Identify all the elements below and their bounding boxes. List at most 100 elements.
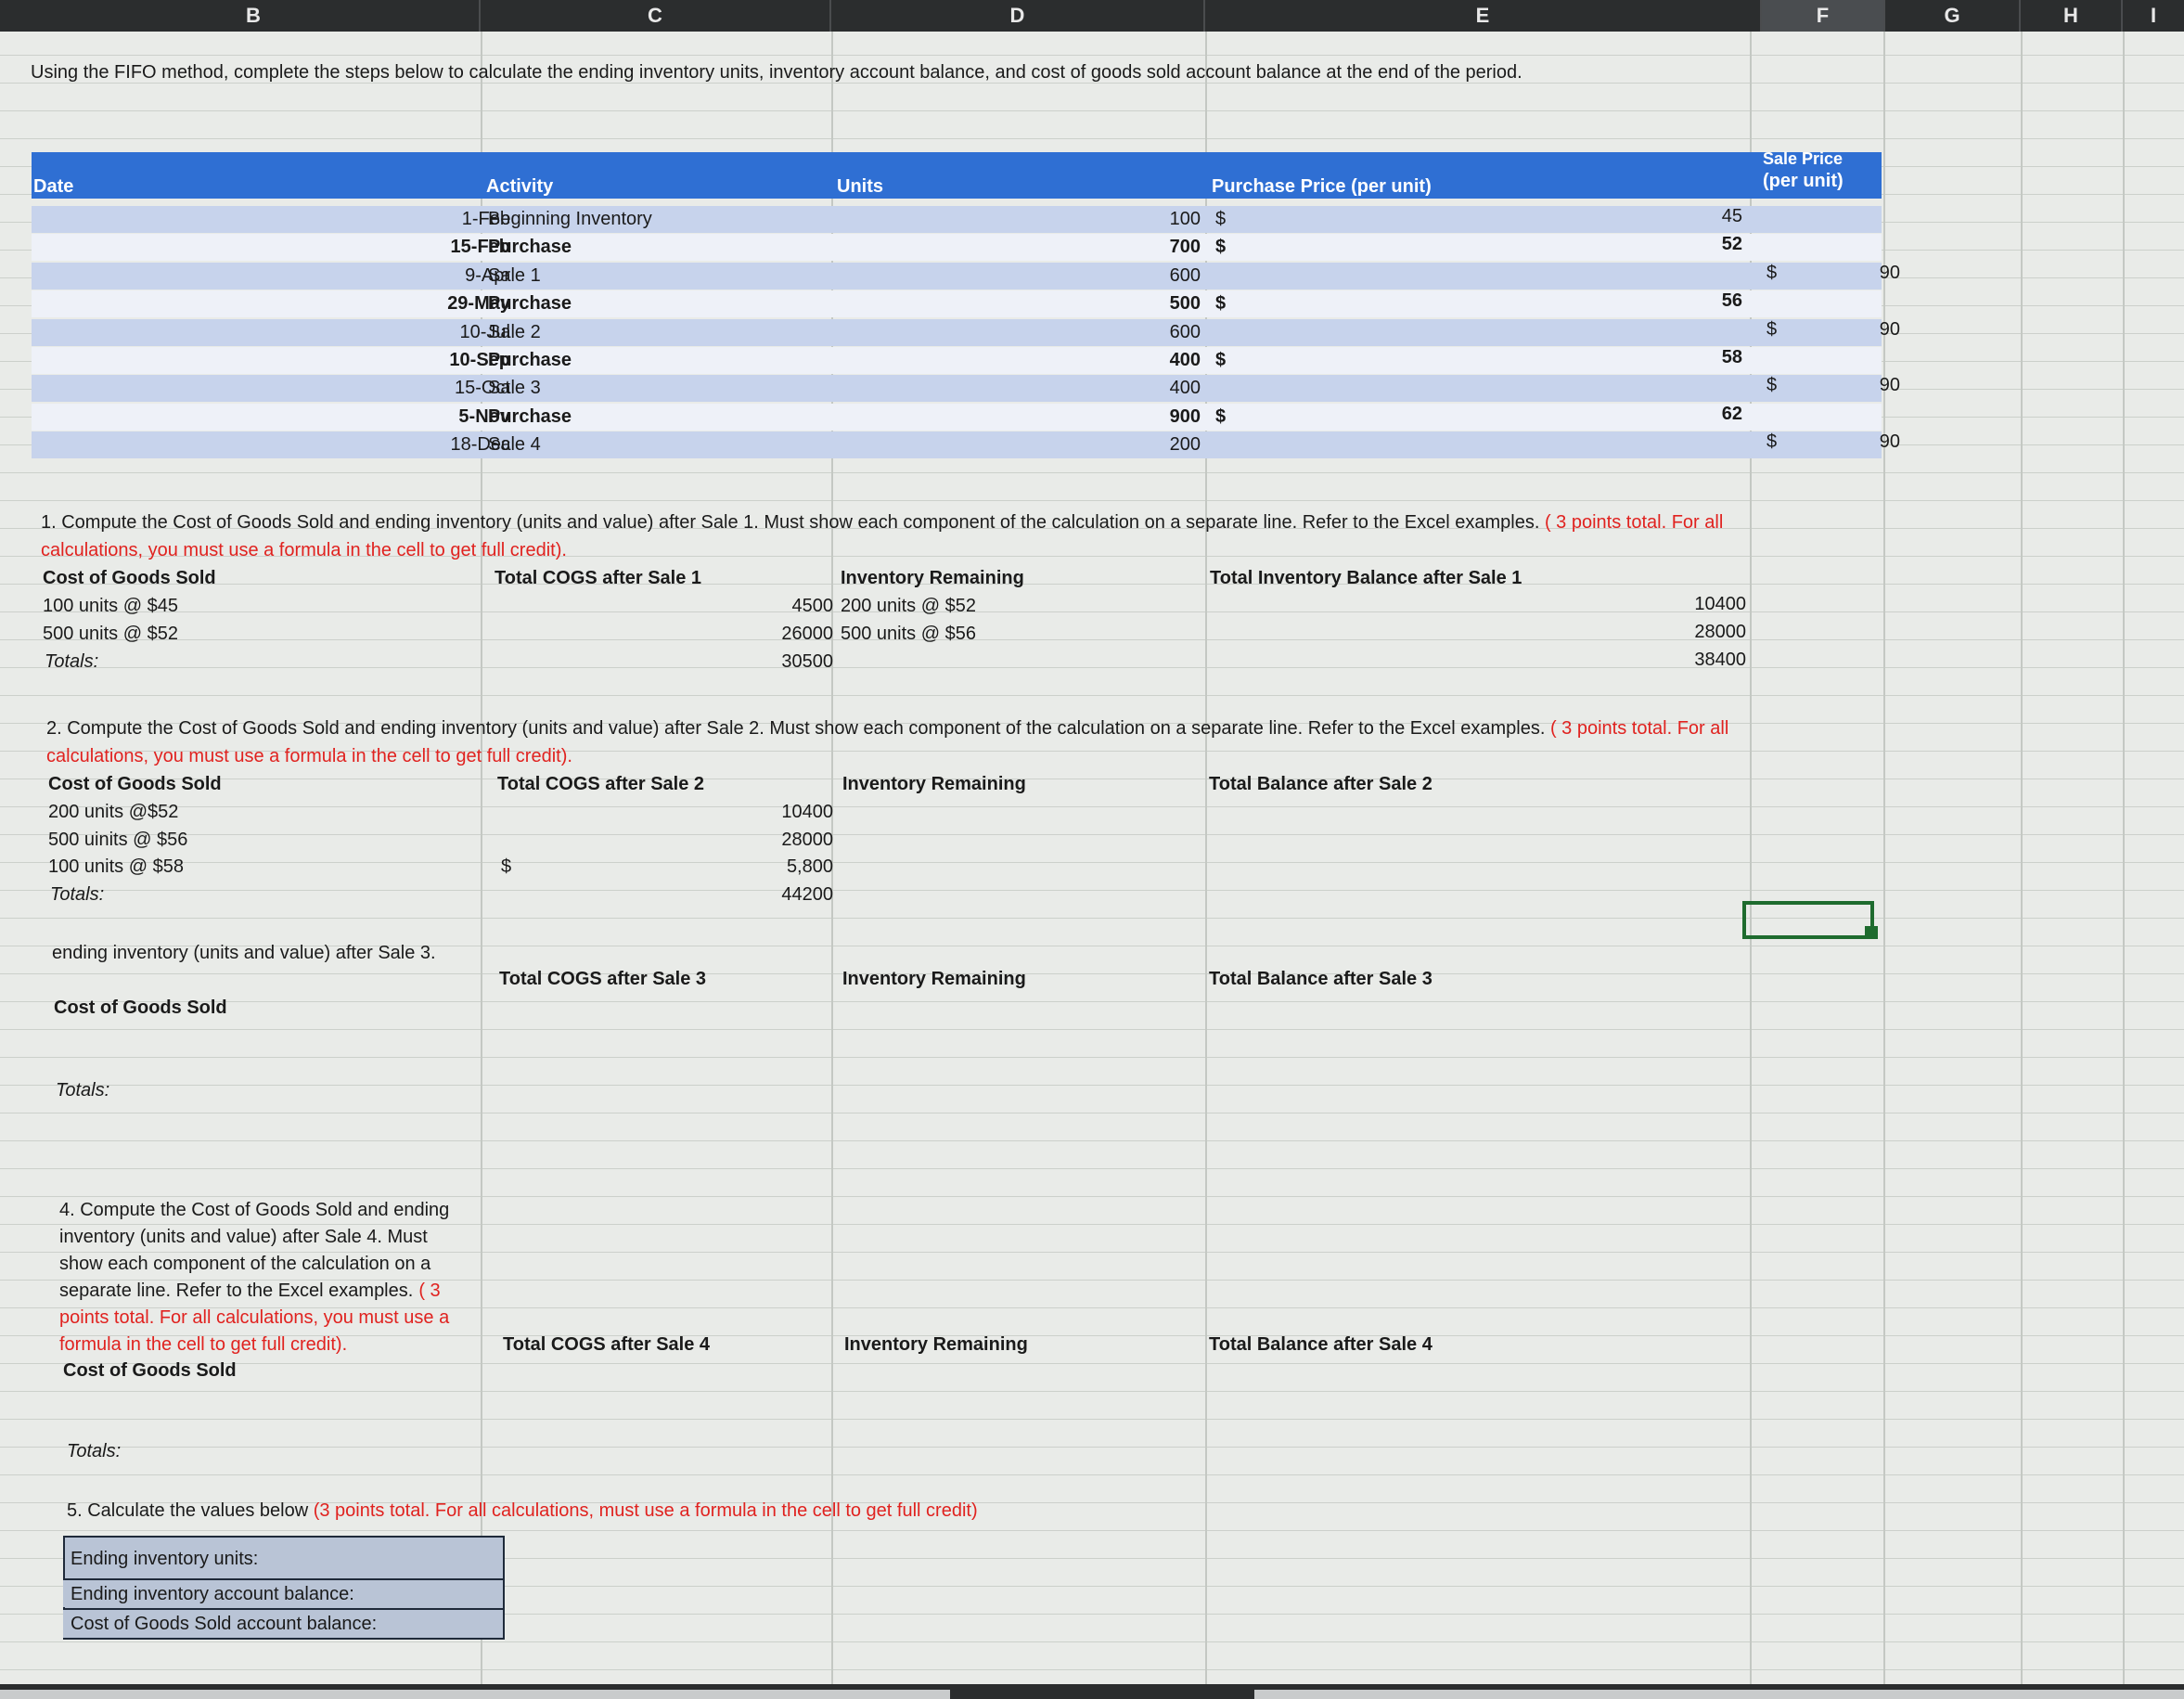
table-header: Date Activity Units Purchase Price (per …: [32, 149, 1882, 199]
q4-prompt-line: inventory (units and value) after Sale 4…: [59, 1227, 428, 1247]
table-row: 5-Nov Purchase 900 $62: [32, 402, 1882, 431]
table-row: 18-Dec Sale 4 200 $90: [32, 430, 1900, 459]
q2-total-2[interactable]: 28000: [649, 828, 833, 852]
q4-header-balance: Total Balance after Sale 4: [1209, 1334, 1432, 1355]
q2-cogs-2[interactable]: 500 uinits @ $56: [48, 828, 187, 852]
cell-purchase-price[interactable]: 45: [1664, 204, 1742, 228]
cell-activity[interactable]: Sale 1: [488, 264, 541, 288]
column-header-e[interactable]: E: [1205, 0, 1762, 32]
cell-units[interactable]: 200: [1015, 432, 1201, 457]
cell-sale-price[interactable]: 90: [1822, 317, 1900, 341]
q1-inv-1[interactable]: 200 units @ $52: [841, 594, 976, 618]
cell-units[interactable]: 400: [1015, 348, 1201, 372]
cell-purchase-price[interactable]: 58: [1664, 345, 1742, 369]
cell-sale-price[interactable]: 90: [1822, 261, 1900, 285]
q5-prompt: 5. Calculate the values below (3 points …: [67, 1500, 978, 1521]
q1-total-1[interactable]: 4500: [649, 594, 834, 618]
q4-header-cogs: Cost of Goods Sold: [63, 1360, 237, 1381]
cell-purchase-price[interactable]: 52: [1664, 232, 1742, 256]
q1-header-total: Total COGS after Sale 1: [495, 568, 702, 588]
cell-sale-currency[interactable]: $: [1766, 430, 1777, 454]
cell-activity[interactable]: Purchase: [488, 348, 572, 372]
cell-units[interactable]: 900: [1015, 405, 1201, 429]
cell-currency[interactable]: $: [1215, 348, 1226, 372]
q1-bal-2[interactable]: 28000: [1577, 620, 1746, 644]
column-header-h[interactable]: H: [2021, 0, 2123, 32]
cell-sale-price[interactable]: 90: [1822, 430, 1900, 454]
cell-currency[interactable]: $: [1215, 235, 1226, 259]
header-sale-price-unit: (per unit): [1763, 171, 1844, 191]
table-row: 29-May Purchase 500 $56: [32, 289, 1882, 318]
cell-currency[interactable]: $: [1215, 405, 1226, 429]
cell-units[interactable]: 100: [1015, 207, 1201, 231]
q1-cogs-1[interactable]: 100 units @ $45: [43, 594, 178, 618]
column-header-i[interactable]: I: [2123, 0, 2184, 32]
cell-activity[interactable]: Purchase: [488, 291, 572, 315]
q1-inv-2[interactable]: 500 units @ $56: [841, 622, 976, 646]
cell-sale-currency[interactable]: $: [1766, 261, 1777, 285]
table-row: 1-Feb Beginning Inventory 100 $45: [32, 206, 1882, 233]
table-row: 9-Apr Sale 1 600 $90: [32, 261, 1900, 290]
q3-prompt: ending inventory (units and value) after…: [52, 943, 436, 963]
q2-total-1[interactable]: 10400: [649, 800, 833, 824]
cell-sale-price[interactable]: 90: [1822, 373, 1900, 397]
cell-currency[interactable]: $: [1215, 291, 1226, 315]
cell-units[interactable]: 500: [1015, 291, 1201, 315]
cell-currency[interactable]: $: [1215, 207, 1226, 231]
cell-sale-currency[interactable]: $: [1766, 317, 1777, 341]
cell-activity[interactable]: Beginning Inventory: [488, 207, 652, 231]
q2-total-3[interactable]: 5,800: [649, 855, 833, 879]
cell-date[interactable]: 5-Nov: [310, 405, 510, 429]
q2-header-inventory: Inventory Remaining: [842, 774, 1026, 794]
column-header-f[interactable]: F: [1762, 0, 1885, 32]
column-header-g[interactable]: G: [1885, 0, 2021, 32]
cell-purchase-price[interactable]: 56: [1664, 289, 1742, 313]
column-header-d[interactable]: D: [831, 0, 1205, 32]
cell-date[interactable]: 15-Feb: [310, 235, 510, 259]
header-purchase-price: Purchase Price (per unit): [1212, 176, 1432, 197]
cell-units[interactable]: 600: [1015, 320, 1201, 344]
q4-prompt-line: formula in the cell to get full credit).: [59, 1334, 348, 1355]
cell-date[interactable]: 18-Dec: [310, 432, 510, 457]
header-activity: Activity: [486, 176, 554, 197]
cell-date[interactable]: 15-Oct: [310, 376, 510, 400]
horizontal-scrollbar-track[interactable]: [1254, 1690, 2184, 1699]
cell-purchase-price[interactable]: 62: [1664, 402, 1742, 426]
q1-header-cogs: Cost of Goods Sold: [43, 568, 216, 588]
cell-date[interactable]: 9-Apr: [310, 264, 510, 288]
q2-totals-value[interactable]: 44200: [649, 882, 833, 907]
q2-cogs-3[interactable]: 100 units @ $58: [48, 855, 184, 879]
column-header-c[interactable]: C: [481, 0, 831, 32]
horizontal-scrollbar[interactable]: [0, 1690, 950, 1699]
fill-handle[interactable]: [1865, 926, 1878, 939]
column-header-b[interactable]: B: [28, 0, 481, 32]
cell-sale-currency[interactable]: $: [1766, 373, 1777, 397]
q1-prompt-red: calculations, you must use a formula in …: [41, 540, 567, 560]
cell-activity[interactable]: Sale 3: [488, 376, 541, 400]
q1-totals-value[interactable]: 30500: [649, 650, 833, 674]
cell-units[interactable]: 400: [1015, 376, 1201, 400]
instructions-text: Using the FIFO method, complete the step…: [31, 62, 1522, 83]
cell-units[interactable]: 600: [1015, 264, 1201, 288]
cell-date[interactable]: 29-May: [310, 291, 510, 315]
q1-total-2[interactable]: 26000: [649, 622, 833, 646]
q1-bal-total[interactable]: 38400: [1577, 648, 1746, 672]
q1-bal-1[interactable]: 10400: [1577, 592, 1746, 616]
cell-activity[interactable]: Purchase: [488, 405, 572, 429]
table-row: 15-Feb Purchase 700 $52: [32, 232, 1882, 262]
cell-activity[interactable]: Purchase: [488, 235, 572, 259]
cell-units[interactable]: 700: [1015, 235, 1201, 259]
cell-activity[interactable]: Sale 4: [488, 432, 541, 457]
q3-header-inventory: Inventory Remaining: [842, 969, 1026, 989]
q1-cogs-2[interactable]: 500 units @ $52: [43, 622, 178, 646]
selected-cell[interactable]: [1742, 901, 1874, 939]
q2-cogs-1[interactable]: 200 units @$52: [48, 800, 178, 824]
table-row: 10-Jul Sale 2 600 $90: [32, 317, 1900, 346]
cell-date[interactable]: 10-Sep: [310, 348, 510, 372]
cell-date[interactable]: 10-Jul: [310, 320, 510, 344]
cell-activity[interactable]: Sale 2: [488, 320, 541, 344]
q4-prompt-line: separate line. Refer to the Excel exampl…: [59, 1281, 441, 1301]
header-date: Date: [33, 176, 74, 197]
cell-date[interactable]: 1-Feb: [310, 207, 510, 231]
table-row: 10-Sep Purchase 400 $58: [32, 347, 1882, 374]
